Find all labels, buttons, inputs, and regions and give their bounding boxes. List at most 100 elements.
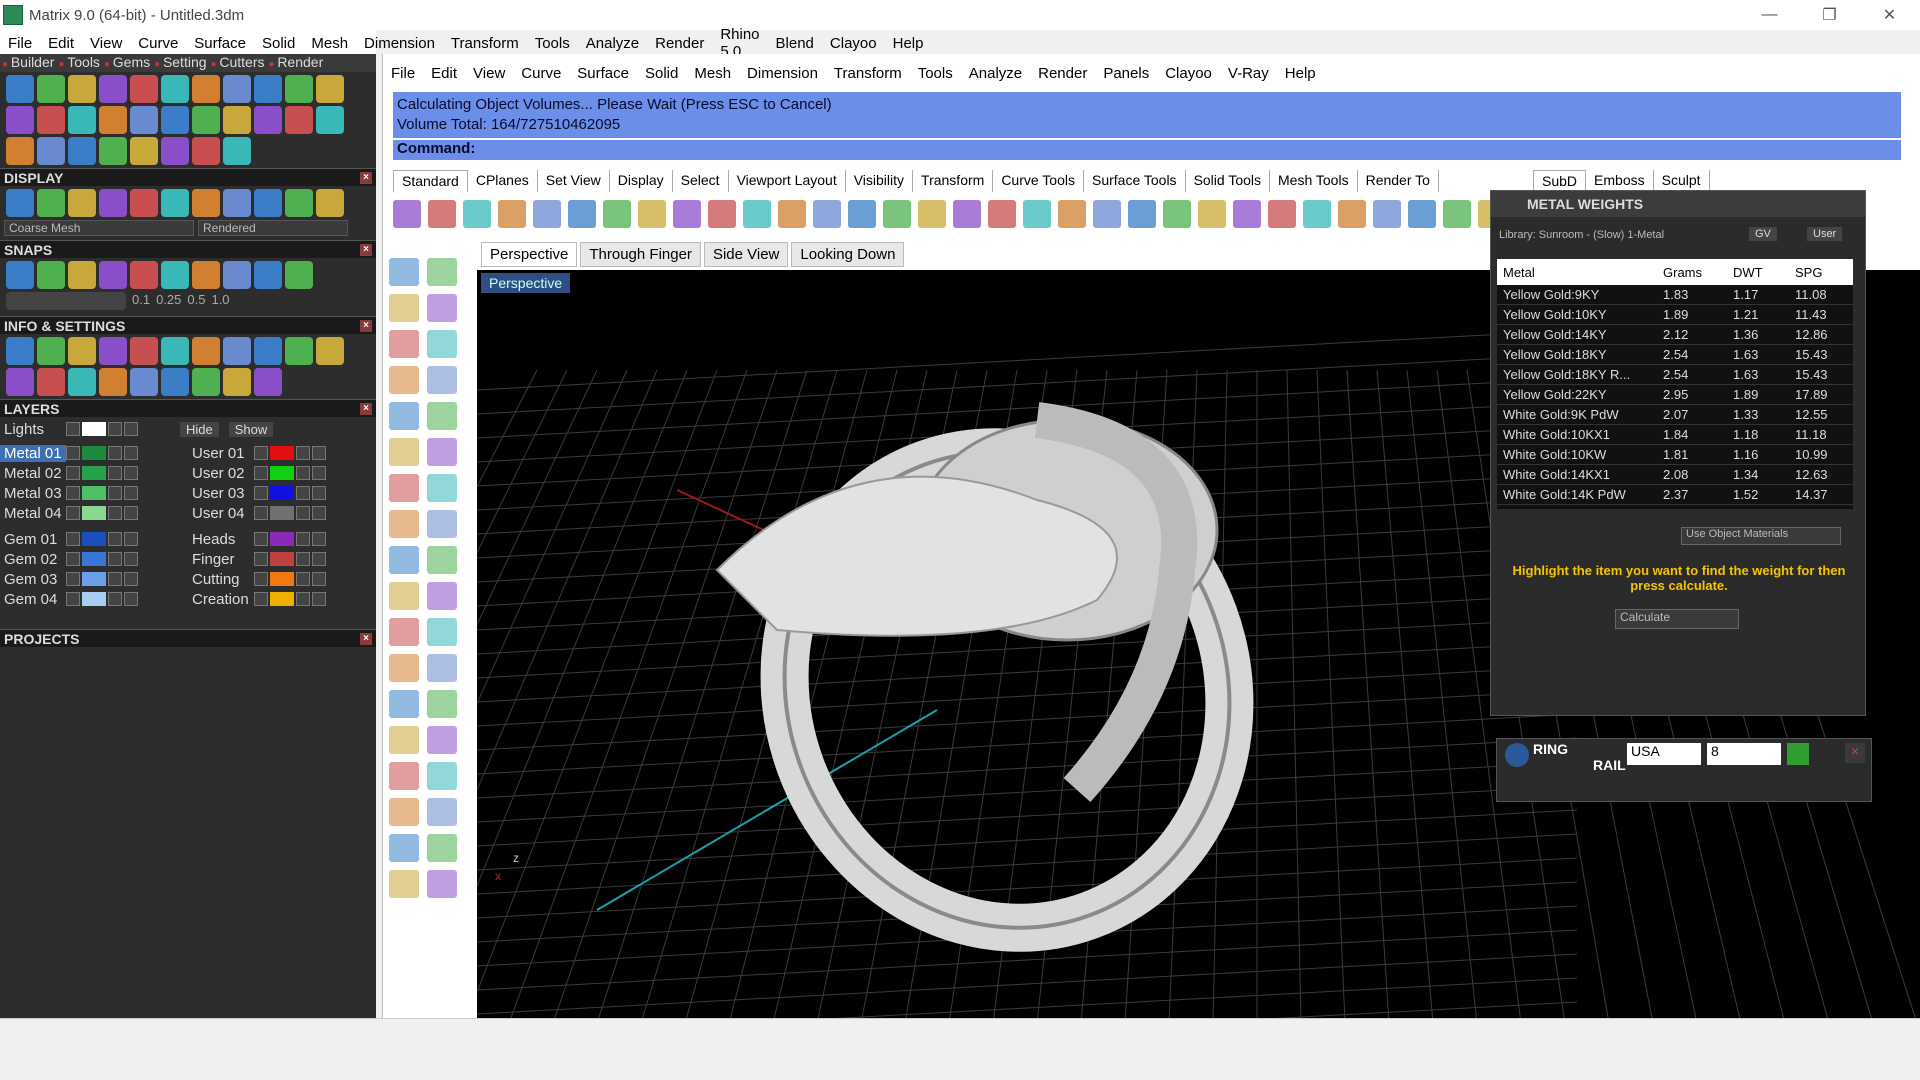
tool-icon[interactable] [99,189,127,217]
expand-icon[interactable] [254,466,268,480]
toolbar-tab[interactable]: Standard [393,170,468,192]
column-header[interactable]: SPG [1789,265,1839,280]
draw-tool-icon[interactable] [389,510,419,538]
toolbar-icon[interactable] [1163,200,1191,228]
close-button[interactable]: ✕ [1862,0,1917,30]
menu-item[interactable]: Render [647,35,712,52]
toolbar-tab[interactable]: Curve Tools [993,170,1084,192]
draw-tool-icon[interactable] [389,726,419,754]
draw-tool-icon[interactable] [389,402,419,430]
tool-icon[interactable] [130,337,158,365]
draw-tool-icon[interactable] [427,258,457,286]
layer-row[interactable]: Metal 01 [0,443,188,463]
builder-tab[interactable]: Setting [152,54,208,72]
layer-row[interactable]: User 01 [188,443,376,463]
tool-icon[interactable] [192,189,220,217]
table-row[interactable]: White Gold:9K PdW 2.07 1.33 12.55 [1497,405,1853,425]
toolbar-icon[interactable] [498,200,526,228]
lock-icon[interactable] [296,572,310,586]
lock-icon[interactable] [296,532,310,546]
tool-icon[interactable] [99,106,127,134]
toolbar-tab[interactable]: Render To [1358,170,1439,192]
snap-value[interactable]: 0.25 [156,292,181,310]
column-header[interactable]: Metal [1497,265,1657,280]
rhino-menu-item[interactable]: Curve [513,65,569,82]
snap-value[interactable]: 1.0 [211,292,229,310]
draw-tool-icon[interactable] [427,366,457,394]
lock-icon[interactable] [108,446,122,460]
visible-icon[interactable] [124,552,138,566]
calculate-button[interactable]: Calculate [1615,609,1739,629]
gv-toggle[interactable]: GV [1749,227,1777,241]
tool-icon[interactable] [130,75,158,103]
visible-icon[interactable] [124,592,138,606]
draw-tool-icon[interactable] [389,546,419,574]
tool-icon[interactable] [37,337,65,365]
table-row[interactable]: Yellow Gold:18KY R... 2.54 1.63 15.43 [1497,365,1853,385]
right-tab[interactable]: Emboss [1586,170,1654,192]
visible-icon[interactable] [312,466,326,480]
tool-icon[interactable] [316,75,344,103]
tool-icon[interactable] [37,137,65,165]
lock-icon[interactable] [108,572,122,586]
visible-icon[interactable] [124,466,138,480]
toolbar-icon[interactable] [1058,200,1086,228]
tool-icon[interactable] [6,75,34,103]
toolbar-tab[interactable]: Set View [538,170,610,192]
visible-icon[interactable] [312,592,326,606]
viewport-label[interactable]: Perspective [481,273,571,293]
close-icon[interactable]: × [360,632,372,645]
draw-tool-icon[interactable] [389,294,419,322]
layer-row[interactable]: User 03 [188,483,376,503]
draw-tool-icon[interactable] [389,330,419,358]
layer-color-swatch[interactable] [270,572,294,586]
tool-icon[interactable] [285,75,313,103]
table-row[interactable]: Yellow Gold:9KY 1.83 1.17 11.08 [1497,285,1853,305]
rhino-menu-item[interactable]: Dimension [739,65,826,82]
layer-row[interactable]: Cutting [188,569,376,589]
draw-tool-icon[interactable] [427,618,457,646]
tool-icon[interactable] [6,106,34,134]
tool-icon[interactable] [68,75,96,103]
expand-icon[interactable] [254,532,268,546]
tool-icon[interactable] [223,261,251,289]
visible-icon[interactable] [124,446,138,460]
lock-icon[interactable] [108,422,122,436]
visible-icon[interactable] [312,506,326,520]
layer-row[interactable]: Gem 02 [0,549,188,569]
layer-color-swatch[interactable] [82,446,106,460]
tool-icon[interactable] [223,368,251,396]
mesh-select[interactable]: Coarse Mesh [4,220,194,236]
expand-icon[interactable] [66,532,80,546]
toolbar-icon[interactable] [1128,200,1156,228]
rhino-menu-item[interactable]: File [383,65,423,82]
layer-row[interactable]: Metal 02 [0,463,188,483]
draw-tool-icon[interactable] [427,474,457,502]
tool-icon[interactable] [6,337,34,365]
rhino-menu-item[interactable]: Mesh [686,65,739,82]
builder-tab[interactable]: Gems [102,54,152,72]
toolbar-icon[interactable] [1093,200,1121,228]
tool-icon[interactable] [161,261,189,289]
toolbar-tab[interactable]: Solid Tools [1186,170,1271,192]
layer-row[interactable]: Metal 04 [0,503,188,523]
tool-icon[interactable] [223,75,251,103]
toolbar-icon[interactable] [1408,200,1436,228]
tool-icon[interactable] [223,189,251,217]
draw-tool-icon[interactable] [427,762,457,790]
tool-icon[interactable] [37,75,65,103]
rhino-menu-item[interactable]: Transform [826,65,910,82]
tool-icon[interactable] [223,137,251,165]
menu-item[interactable]: View [82,35,130,52]
draw-tool-icon[interactable] [389,366,419,394]
visible-icon[interactable] [124,572,138,586]
tool-icon[interactable] [99,261,127,289]
tool-icon[interactable] [316,189,344,217]
menu-item[interactable]: File [0,35,40,52]
viewport-tab[interactable]: Side View [703,242,789,267]
menu-item[interactable]: Curve [130,35,186,52]
tool-icon[interactable] [68,106,96,134]
layer-row[interactable]: Finger [188,549,376,569]
toolbar-icon[interactable] [988,200,1016,228]
table-row[interactable]: White Gold:14KX1 2.08 1.34 12.63 [1497,465,1853,485]
